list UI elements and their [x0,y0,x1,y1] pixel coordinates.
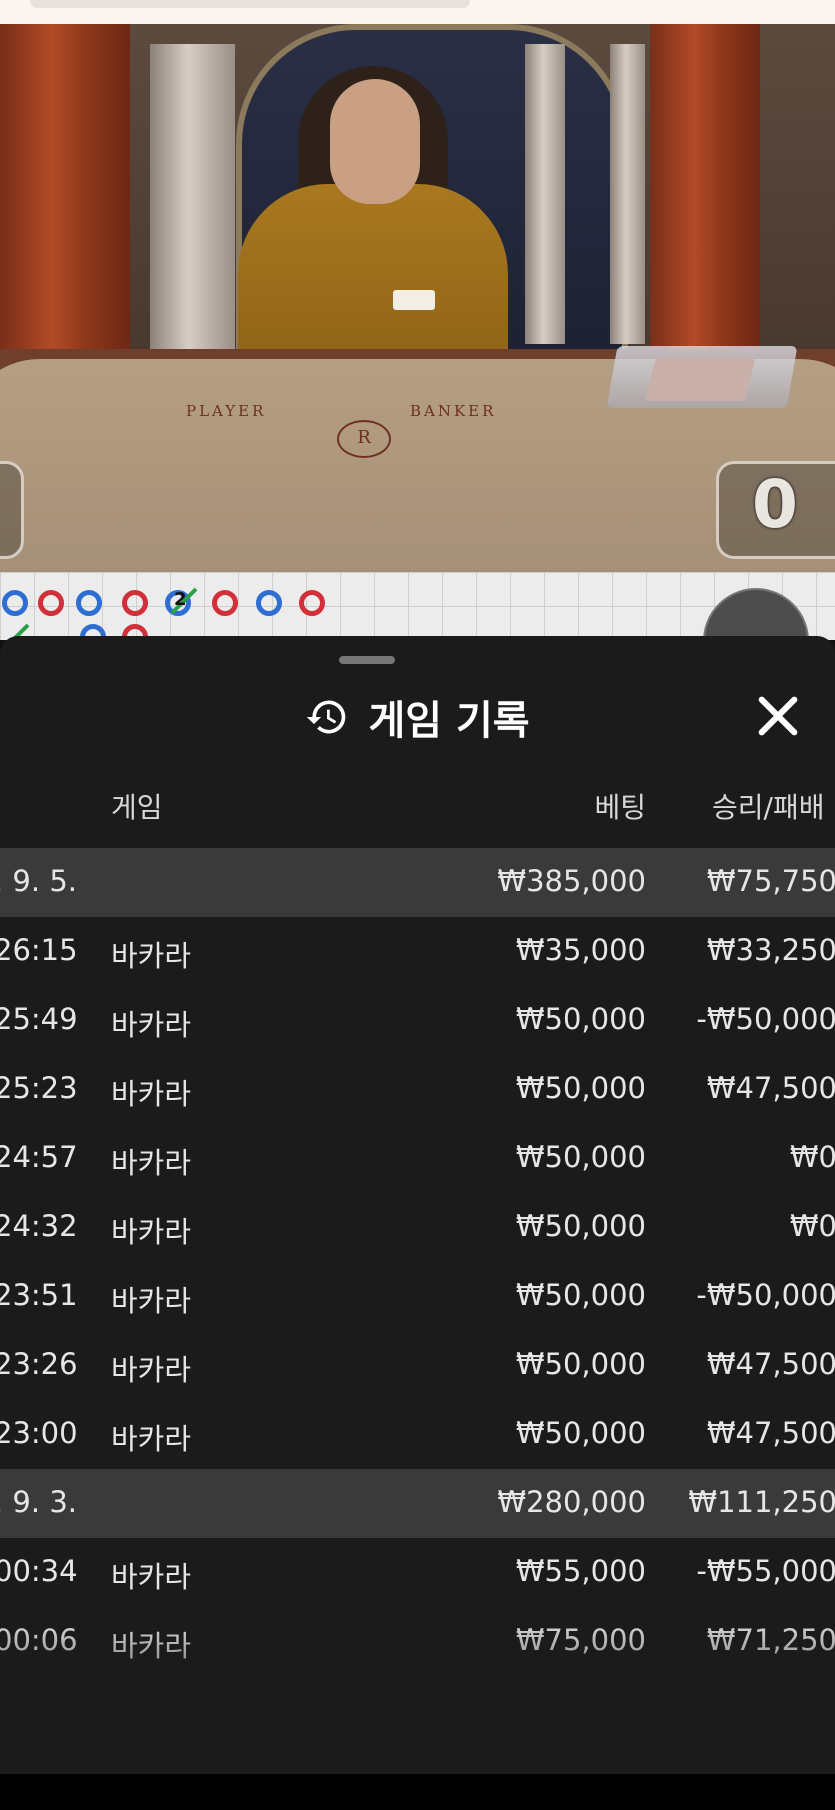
bead-banker [38,590,64,616]
live-dealer-video: PLAYER BANKER R 0 [0,24,835,572]
bet-cell: ₩55,000 [515,1554,646,1588]
result-cell: ₩47,500 [706,1071,835,1105]
bead-banker [122,590,148,616]
result-cell: ₩0 [789,1209,835,1243]
game-cell: 바카라 [111,1422,192,1456]
bet-cell: ₩50,000 [515,1209,646,1243]
column-result: 승리/패배 [712,791,825,824]
result-cell: ₩0 [789,1140,835,1174]
bead-player [2,590,28,616]
game-cell: 바카라 [111,1146,192,1180]
game-cell: 바카라 [111,1560,192,1594]
player-score-box [0,461,24,559]
table-banker-label: BANKER [410,402,497,420]
card-stack [644,359,756,401]
list-fade-overlay [0,1614,835,1774]
time-cell: 24:32 [0,1209,78,1243]
time-cell: 25:49 [0,1002,78,1036]
table-logo: R [337,420,391,458]
dealer-face [330,79,420,204]
time-cell: 23:51 [0,1278,78,1312]
bet-cell: ₩50,000 [515,1278,646,1312]
tie-count: 2 [174,589,187,610]
bead-banker [299,590,325,616]
bet-cell: ₩50,000 [515,1347,646,1381]
table-row: 24:32 바카라 ₩50,000 ₩0 [0,1193,835,1262]
bet-cell: ₩50,000 [515,1416,646,1450]
time-cell: 00:34 [0,1554,78,1588]
result-total: ₩111,250 [688,1485,835,1519]
table-row: 25:23 바카라 ₩50,000 ₩47,500 [0,1055,835,1124]
result-cell: ₩47,500 [706,1416,835,1450]
pillar-left [150,44,235,364]
bet-cell: ₩50,000 [515,1002,646,1036]
pillar-far-right [610,44,645,344]
panel-header: 게임 기록 [0,688,835,748]
table-row: 24:57 바카라 ₩50,000 ₩0 [0,1124,835,1193]
bead-banker [212,590,238,616]
banker-score: 0 [752,466,798,543]
table-header: 게임 베팅 승리/패배 [0,776,835,836]
time-cell: 23:26 [0,1347,78,1381]
browser-top-bar [0,0,835,24]
bet-cell: ₩50,000 [515,1140,646,1174]
table-row: 23:51 바카라 ₩50,000 -₩50,000 [0,1262,835,1331]
bet-total: ₩385,000 [497,864,646,898]
game-cell: 바카라 [111,1215,192,1249]
game-cell: 바카라 [111,1008,192,1042]
date-label: . 9. 5. [0,864,77,898]
bet-cell: ₩35,000 [515,933,646,967]
curtain-right [650,24,760,364]
address-pill [30,0,470,8]
bead-player [76,590,102,616]
history-icon [307,700,346,734]
game-cell: 바카라 [111,1353,192,1387]
time-cell: 23:00 [0,1416,78,1450]
date-label: . 9. 3. [0,1485,77,1519]
column-bet: 베팅 [594,791,646,824]
bet-total: ₩280,000 [497,1485,646,1519]
time-cell: 24:57 [0,1140,78,1174]
table-row: 25:49 바카라 ₩50,000 -₩50,000 [0,986,835,1055]
table-row: 23:26 바카라 ₩50,000 ₩47,500 [0,1331,835,1400]
game-cell: 바카라 [111,939,192,973]
time-cell: 26:15 [0,933,78,967]
bead-player [256,590,282,616]
table-row: 23:00 바카라 ₩50,000 ₩47,500 [0,1400,835,1469]
result-cell: ₩47,500 [706,1347,835,1381]
history-list: . 9. 5. ₩385,000 ₩75,750 26:15 바카라 ₩35,000 ₩33… [0,848,835,1676]
game-history-panel: 게임 기록 게임 베팅 승리/패배 . 9. 5. ₩385,000 ₩75,750… [0,636,835,1774]
column-game: 게임 [111,791,163,824]
page-title: 게임 기록 [368,698,530,744]
drag-handle[interactable] [339,656,395,664]
bet-cell: ₩50,000 [515,1071,646,1105]
result-cell: -₩50,000 [696,1002,835,1036]
name-badge [393,290,435,310]
system-nav-bar [0,1774,835,1810]
result-total: ₩75,750 [706,864,835,898]
curtain-left [0,24,130,364]
result-cell: -₩55,000 [696,1554,835,1588]
result-cell: -₩50,000 [696,1278,835,1312]
table-row: 00:34 바카라 ₩55,000 -₩55,000 [0,1538,835,1607]
result-cell: ₩33,250 [706,933,835,967]
table-player-label: PLAYER [186,402,267,420]
close-icon[interactable] [750,688,806,744]
pillar-right [525,44,565,344]
game-cell: 바카라 [111,1077,192,1111]
game-cell: 바카라 [111,1284,192,1318]
date-group-row: . 9. 5. ₩385,000 ₩75,750 [0,848,835,917]
date-group-row: . 9. 3. ₩280,000 ₩111,250 [0,1469,835,1538]
time-cell: 25:23 [0,1071,78,1105]
table-row: 26:15 바카라 ₩35,000 ₩33,250 [0,917,835,986]
